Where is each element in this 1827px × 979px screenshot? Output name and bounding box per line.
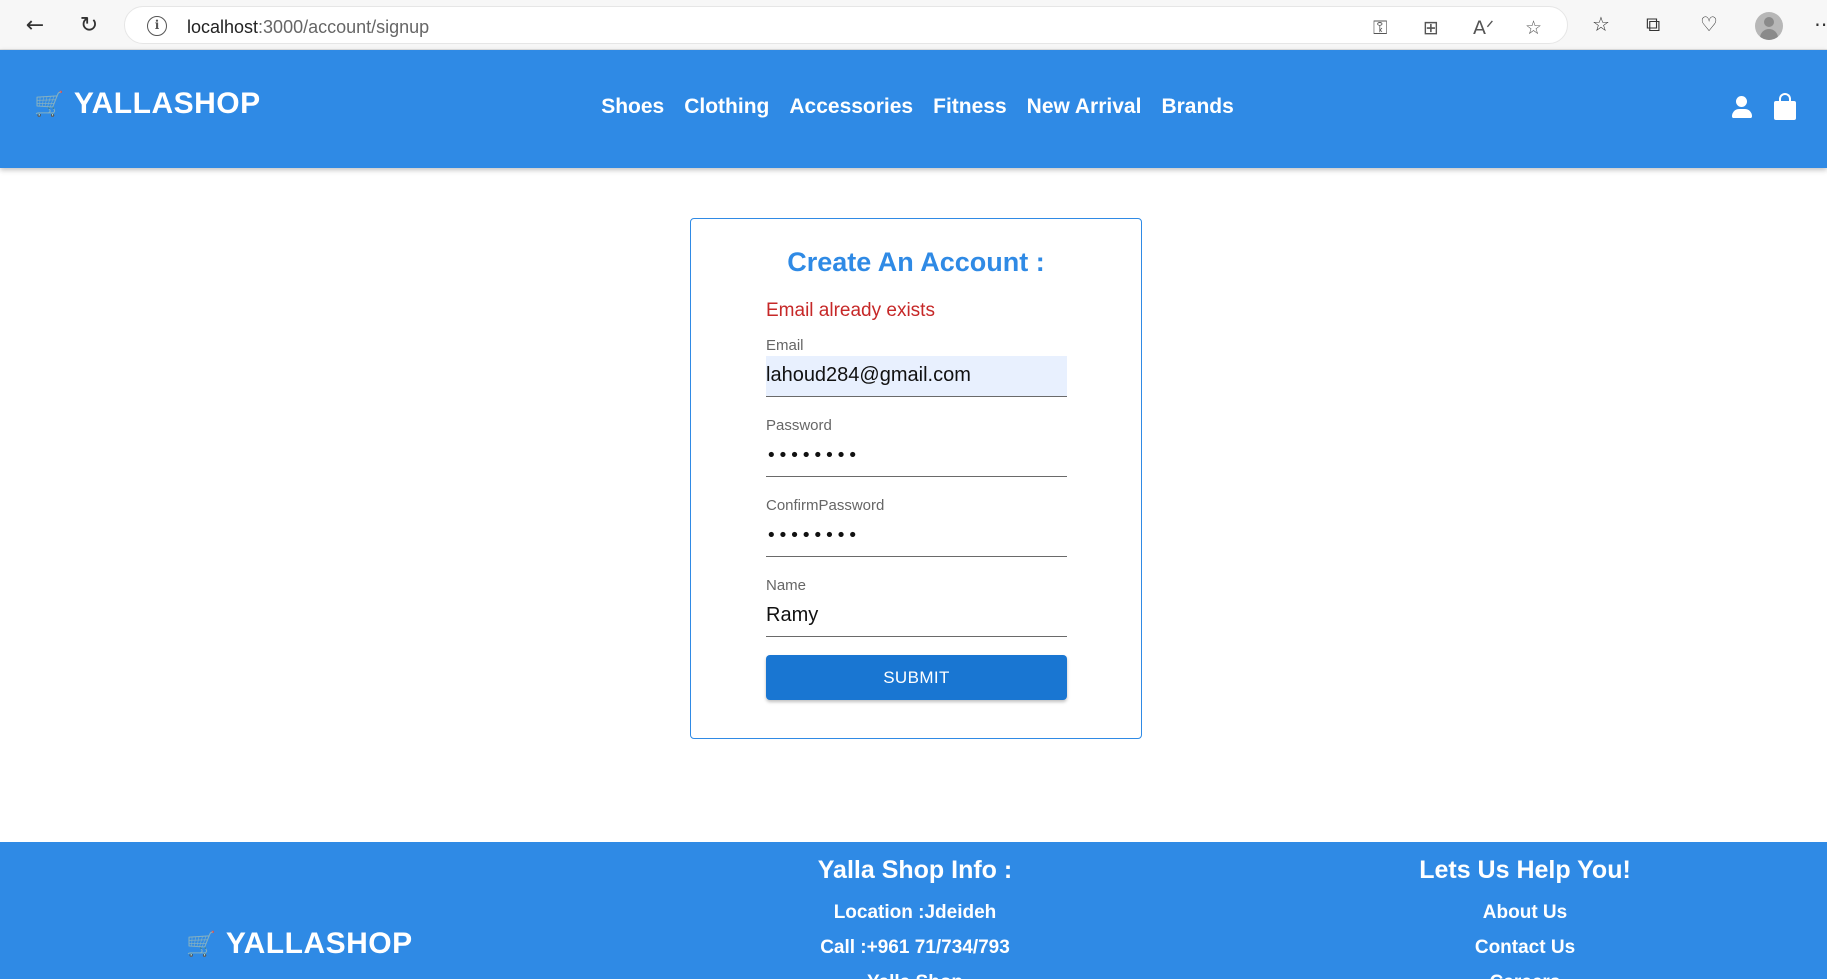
signup-card: Create An Account : Email already exists…	[690, 218, 1142, 739]
apps-icon[interactable]: ⊞	[1423, 17, 1439, 39]
nav-item-clothing[interactable]: Clothing	[684, 95, 769, 119]
name-field: Name Ramy	[766, 577, 1067, 637]
password-label: Password	[766, 417, 832, 434]
nav-item-brands[interactable]: Brands	[1161, 95, 1233, 119]
email-field: Email lahoud284@gmail.com	[766, 337, 1067, 397]
header-logo[interactable]: 🛒 YALLASHOP	[34, 87, 261, 121]
email-input[interactable]: lahoud284@gmail.com	[766, 356, 1067, 397]
nav-item-shoes[interactable]: Shoes	[601, 95, 664, 119]
site-info-icon[interactable]: i	[147, 16, 167, 36]
footer-info-line: Yalla Shop	[760, 965, 1070, 979]
confirm-password-input[interactable]: ••••••••	[766, 516, 1067, 557]
confirm-password-field: ConfirmPassword ••••••••	[766, 497, 1067, 557]
profile-avatar[interactable]	[1755, 12, 1783, 40]
confirm-password-label: ConfirmPassword	[766, 497, 885, 514]
password-field: Password ••••••••	[766, 417, 1067, 477]
user-account-icon[interactable]	[1730, 94, 1754, 120]
nav-item-new-arrival[interactable]: New Arrival	[1027, 95, 1142, 119]
url-text[interactable]: localhost:3000/account/signup	[187, 17, 429, 38]
footer-help-title: Lets Us Help You!	[1419, 856, 1631, 884]
nav-item-fitness[interactable]: Fitness	[933, 95, 1007, 119]
cart-icon: 🛒	[34, 90, 64, 118]
footer-phone: Call :+961 71/734/793	[820, 937, 1010, 958]
health-icon[interactable]: ♡	[1700, 12, 1718, 36]
more-icon[interactable]: ⋯	[1814, 12, 1827, 36]
name-input[interactable]: Ramy	[766, 596, 1067, 637]
collections-icon[interactable]: ⧉	[1646, 12, 1660, 36]
password-input[interactable]: ••••••••	[766, 436, 1067, 477]
cart-icon: 🛒	[186, 930, 216, 958]
name-label: Name	[766, 577, 807, 594]
footer-link-careers[interactable]: Careers	[1370, 965, 1680, 979]
browser-toolbar: ← ↻ i localhost:3000/account/signup ⚿ ⊞ …	[0, 0, 1827, 50]
key-icon[interactable]: ⚿	[1373, 17, 1387, 39]
favorites-icon[interactable]: ☆	[1592, 12, 1610, 36]
back-arrow-icon[interactable]: ←	[18, 8, 52, 42]
nav-item-accessories[interactable]: Accessories	[789, 95, 913, 119]
site-footer: 🛒 YALLASHOP Yalla Shop Info : Location :…	[0, 842, 1827, 979]
footer-info-title: Yalla Shop Info :	[817, 856, 1013, 884]
footer-logo[interactable]: 🛒 YALLASHOP	[186, 927, 413, 961]
shopping-bag-icon[interactable]	[1774, 92, 1796, 120]
page-title: Create An Account :	[787, 247, 1045, 277]
footer-link-about[interactable]: About Us	[1370, 895, 1680, 930]
footer-location: Location :Jdeideh	[833, 902, 997, 923]
footer-info-column: Yalla Shop Info : Location :Jdeideh Call…	[760, 856, 1070, 979]
site-header: 🛒 YALLASHOP Shoes Clothing Accessories F…	[0, 50, 1827, 168]
email-label: Email	[766, 337, 804, 354]
footer-help-column: Lets Us Help You! About Us Contact Us Ca…	[1370, 856, 1680, 979]
main-nav: Shoes Clothing Accessories Fitness New A…	[0, 95, 1827, 119]
reload-icon[interactable]: ↻	[72, 8, 106, 42]
read-aloud-icon[interactable]: Aᐟ	[1473, 17, 1494, 39]
favorite-star-icon[interactable]: ☆	[1525, 17, 1542, 39]
footer-link-contact[interactable]: Contact Us	[1370, 930, 1680, 965]
address-bar[interactable]: i localhost:3000/account/signup ⚿ ⊞ Aᐟ ☆	[124, 6, 1568, 44]
error-message: Email already exists	[766, 300, 935, 321]
submit-button[interactable]: SUBMIT	[766, 655, 1067, 700]
